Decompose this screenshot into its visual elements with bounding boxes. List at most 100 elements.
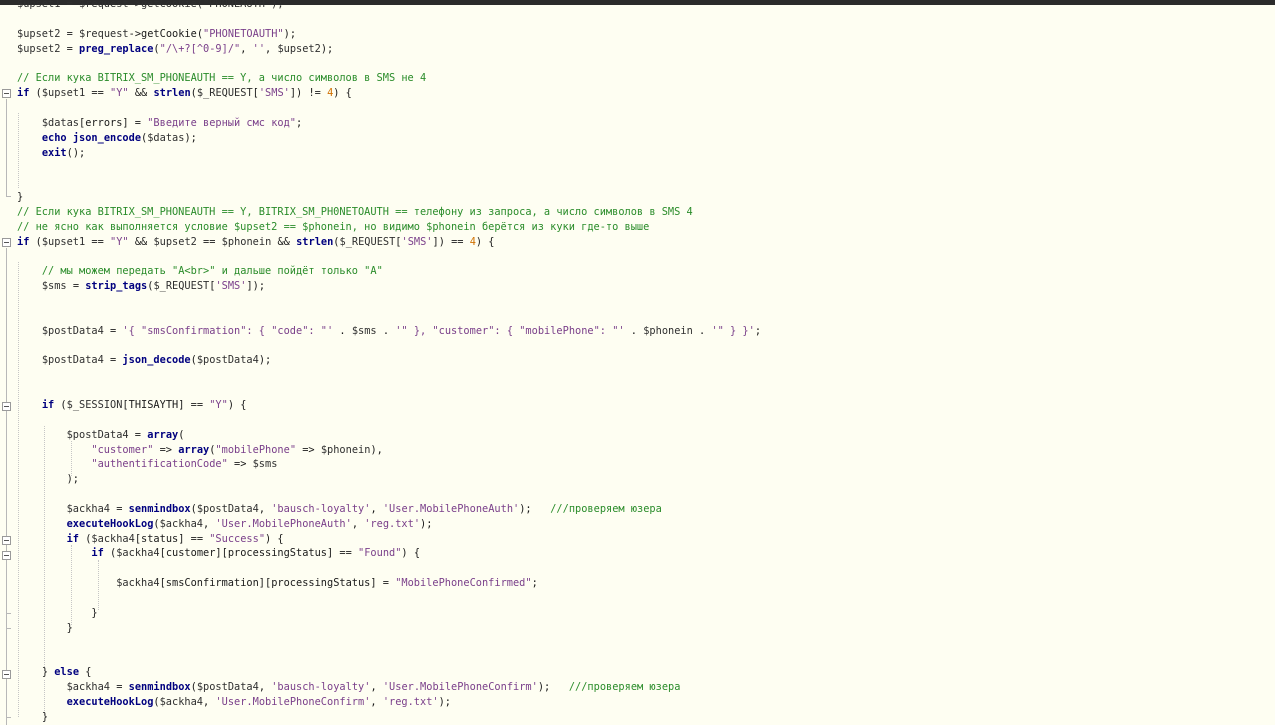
code-token: "Found" — [358, 547, 402, 560]
code-token: ( — [79, 532, 92, 545]
code-token: strlen — [296, 235, 334, 248]
code-line[interactable]: } — [17, 621, 73, 636]
code-token: $postData4 — [66, 428, 129, 441]
code-line[interactable]: $postData4 = json_decode($postData4); — [17, 353, 271, 368]
code-token: = — [60, 42, 80, 55]
code-line[interactable]: ); — [17, 472, 79, 487]
code-token: . — [692, 324, 712, 337]
code-line[interactable]: if ($upset1 == "Y" && $upset2 == $phonei… — [17, 235, 495, 250]
fold-toggle-icon[interactable] — [2, 551, 11, 560]
code-token: executeHookLog — [66, 517, 154, 530]
code-token: ( — [29, 235, 42, 248]
code-token: = — [103, 354, 123, 367]
code-line[interactable]: $ackha4 = senmindbox($postData4, 'bausch… — [17, 680, 681, 695]
code-token: array — [178, 443, 210, 456]
code-line[interactable]: } else { — [17, 665, 92, 680]
code-token: strip_tags — [85, 280, 148, 293]
code-line[interactable]: } — [17, 606, 97, 621]
code-line[interactable]: } — [17, 190, 23, 205]
code-token: 'SMS' — [258, 87, 290, 100]
code-token: "/\+?[^0-9]/" — [159, 42, 241, 55]
code-token: $upset2 — [17, 42, 61, 55]
code-line[interactable]: $upset2 = $request->getCookie("PHONETOAU… — [17, 27, 296, 42]
code-token: preg_replace — [79, 42, 154, 55]
code-token: 'reg.txt' — [364, 517, 421, 530]
code-line[interactable]: $sms = strip_tags($_REQUEST['SMS']); — [17, 279, 265, 294]
code-line[interactable]: exit(); — [17, 146, 85, 161]
code-token: , — [370, 695, 383, 708]
code-editor[interactable]: $upset1 = $request->getCookie("PHONEAUTH… — [17, 0, 1275, 725]
code-token: ( — [54, 398, 67, 411]
code-line[interactable]: if ($ackha4[status] == "Success") { — [17, 532, 284, 547]
code-token: // не ясно как выполняется условие $upse… — [17, 220, 650, 233]
code-line[interactable]: } — [17, 710, 48, 725]
code-line[interactable]: $ackha4[smsConfirmation][processingStatu… — [17, 576, 538, 591]
code-token: ) { — [401, 547, 421, 560]
code-token: 'User.MobilePhoneAuth' — [215, 517, 352, 530]
code-token: $upset2 — [277, 42, 321, 55]
code-token: $postData4 — [41, 324, 104, 337]
code-line[interactable]: $datas[errors] = "Введите верный смс код… — [17, 116, 302, 131]
fold-guide — [6, 248, 7, 725]
code-token: json_decode — [122, 354, 191, 367]
code-token: $_SESSION — [66, 398, 123, 411]
code-token: if — [91, 547, 104, 560]
code-token: ); — [537, 681, 569, 694]
code-token: ///проверяем юзера — [550, 502, 662, 515]
code-token: ); — [258, 354, 272, 367]
code-line[interactable]: executeHookLog($ackha4, 'User.MobilePhon… — [17, 695, 451, 710]
code-token: // Если кука BITRIX_SM_PHONEAUTH == Y, B… — [17, 205, 693, 218]
code-token: '' — [252, 42, 266, 55]
code-token: $ackha4 — [66, 681, 111, 694]
code-token: && — [128, 87, 154, 100]
code-token: '" } }' — [711, 324, 755, 337]
code-line[interactable]: "authentificationCode" => $sms — [17, 457, 277, 472]
code-token: = — [66, 280, 86, 293]
code-line[interactable]: $ackha4 = senmindbox($postData4, 'bausch… — [17, 502, 662, 517]
code-token: executeHookLog — [66, 695, 154, 708]
code-token: 'User.MobilePhoneAuth' — [382, 502, 520, 515]
code-token: // мы можем передать "A<br>" и дальше по… — [41, 265, 383, 278]
code-token: "PHONETOAUTH" — [203, 27, 284, 40]
code-token: , — [258, 681, 272, 694]
code-line[interactable]: // не ясно как выполняется условие $upse… — [17, 220, 649, 235]
code-token: senmindbox — [128, 502, 191, 515]
code-line[interactable]: // Если кука BITRIX_SM_PHONEAUTH == Y, а… — [17, 71, 426, 86]
code-line[interactable]: if ($_SESSION[THISAYTH] == "Y") { — [17, 398, 247, 413]
code-token: . — [333, 324, 352, 337]
code-line[interactable]: if ($upset1 == "Y" && strlen($_REQUEST['… — [17, 86, 352, 101]
code-token: } — [41, 710, 49, 723]
code-token: ]) == — [432, 235, 470, 248]
fold-toggle-icon[interactable] — [2, 402, 11, 411]
fold-toggle-icon[interactable] — [2, 536, 11, 545]
code-token: "Y" — [110, 87, 129, 100]
code-line[interactable]: executeHookLog($ackha4, 'User.MobilePhon… — [17, 517, 433, 532]
code-line[interactable]: if ($ackha4[customer][processingStatus] … — [17, 546, 420, 561]
code-token: if — [17, 87, 30, 100]
code-token: = — [110, 681, 129, 694]
fold-toggle-icon[interactable] — [2, 89, 11, 98]
code-token: $postData4 — [41, 354, 104, 367]
code-line[interactable]: // Если кука BITRIX_SM_PHONEAUTH == Y, B… — [17, 205, 693, 220]
code-line[interactable]: echo json_encode($datas); — [17, 131, 197, 146]
code-token: => — [296, 443, 321, 456]
code-line[interactable]: // мы можем передать "A<br>" и дальше по… — [17, 264, 383, 279]
code-line[interactable]: $postData4 = '{ "smsConfirmation": { "co… — [17, 324, 761, 339]
code-token: } — [17, 191, 24, 204]
code-line[interactable]: "customer" => array("mobilePhone" => $ph… — [17, 443, 382, 458]
code-token: $sms — [41, 280, 67, 293]
fold-toggle-icon[interactable] — [2, 670, 11, 679]
code-line[interactable]: $upset2 = preg_replace("/\+?[^0-9]/", ''… — [17, 42, 333, 57]
code-token: $ackha4 — [91, 532, 135, 545]
fold-toggle-icon[interactable] — [2, 238, 11, 247]
code-token: . — [624, 324, 644, 337]
code-line[interactable]: $upset1 = $request->getCookie("PHONEAUTH… — [17, 0, 284, 12]
code-line[interactable]: $postData4 = array( — [17, 428, 185, 443]
